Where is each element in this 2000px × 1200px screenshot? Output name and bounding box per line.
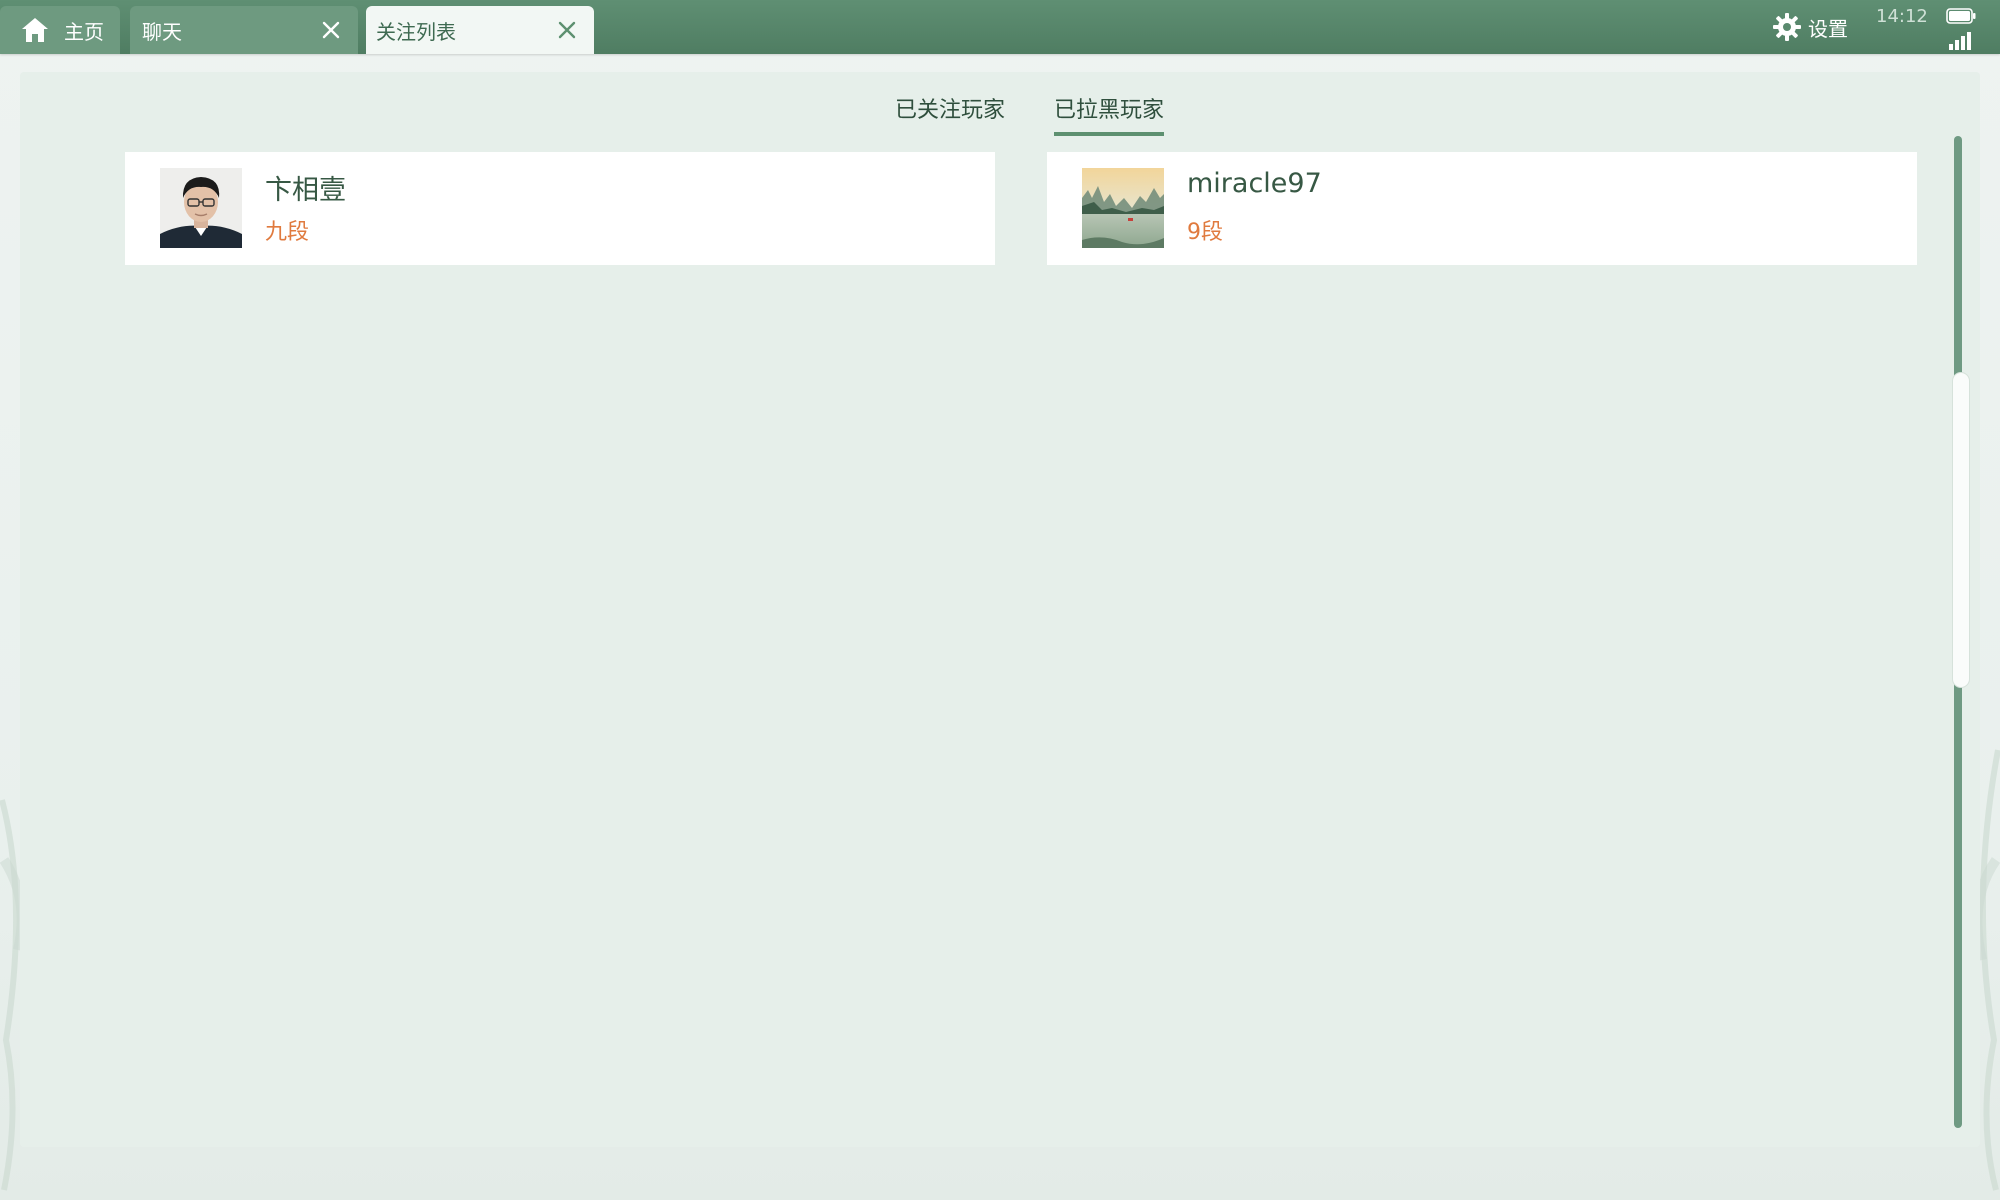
tab-follow-list-label: 关注列表 (376, 19, 456, 44)
settings-label: 设置 (1808, 16, 1848, 41)
player-card[interactable]: 卞相壹 九段 (125, 152, 995, 265)
signal-icon (1949, 32, 1971, 50)
tab-chat[interactable]: 聊天 (130, 6, 358, 54)
tab-home-label: 主页 (64, 19, 104, 44)
home-icon (22, 18, 48, 42)
tab-blocked-players[interactable]: 已拉黑玩家 (1054, 92, 1165, 136)
player-rank: 九段 (265, 220, 310, 245)
player-name: miracle97 (1187, 168, 1322, 199)
avatar (1082, 168, 1164, 248)
tab-chat-label: 聊天 (142, 19, 182, 44)
avatar (160, 168, 242, 248)
battery-icon (1946, 8, 1976, 24)
scrollbar-thumb[interactable] (1952, 372, 1970, 688)
player-name: 卞相壹 (265, 175, 346, 206)
gear-icon (1773, 13, 1801, 41)
top-bar: 主页 聊天 关注列表 设置 14:12 (0, 0, 2000, 54)
close-icon[interactable] (554, 17, 580, 43)
follow-list-panel: 已关注玩家 已拉黑玩家 卞相壹 九段 miracle97 9段 (20, 72, 1980, 1147)
close-icon[interactable] (318, 17, 344, 43)
tab-follow-list[interactable]: 关注列表 (366, 6, 594, 54)
tab-home[interactable]: 主页 (0, 6, 120, 54)
settings-button[interactable]: 设置 (1772, 10, 1848, 44)
tab-followed-players[interactable]: 已关注玩家 (895, 92, 1005, 132)
player-rank: 9段 (1187, 220, 1223, 245)
clock: 14:12 (1876, 6, 1928, 27)
player-card[interactable]: miracle97 9段 (1047, 152, 1917, 265)
